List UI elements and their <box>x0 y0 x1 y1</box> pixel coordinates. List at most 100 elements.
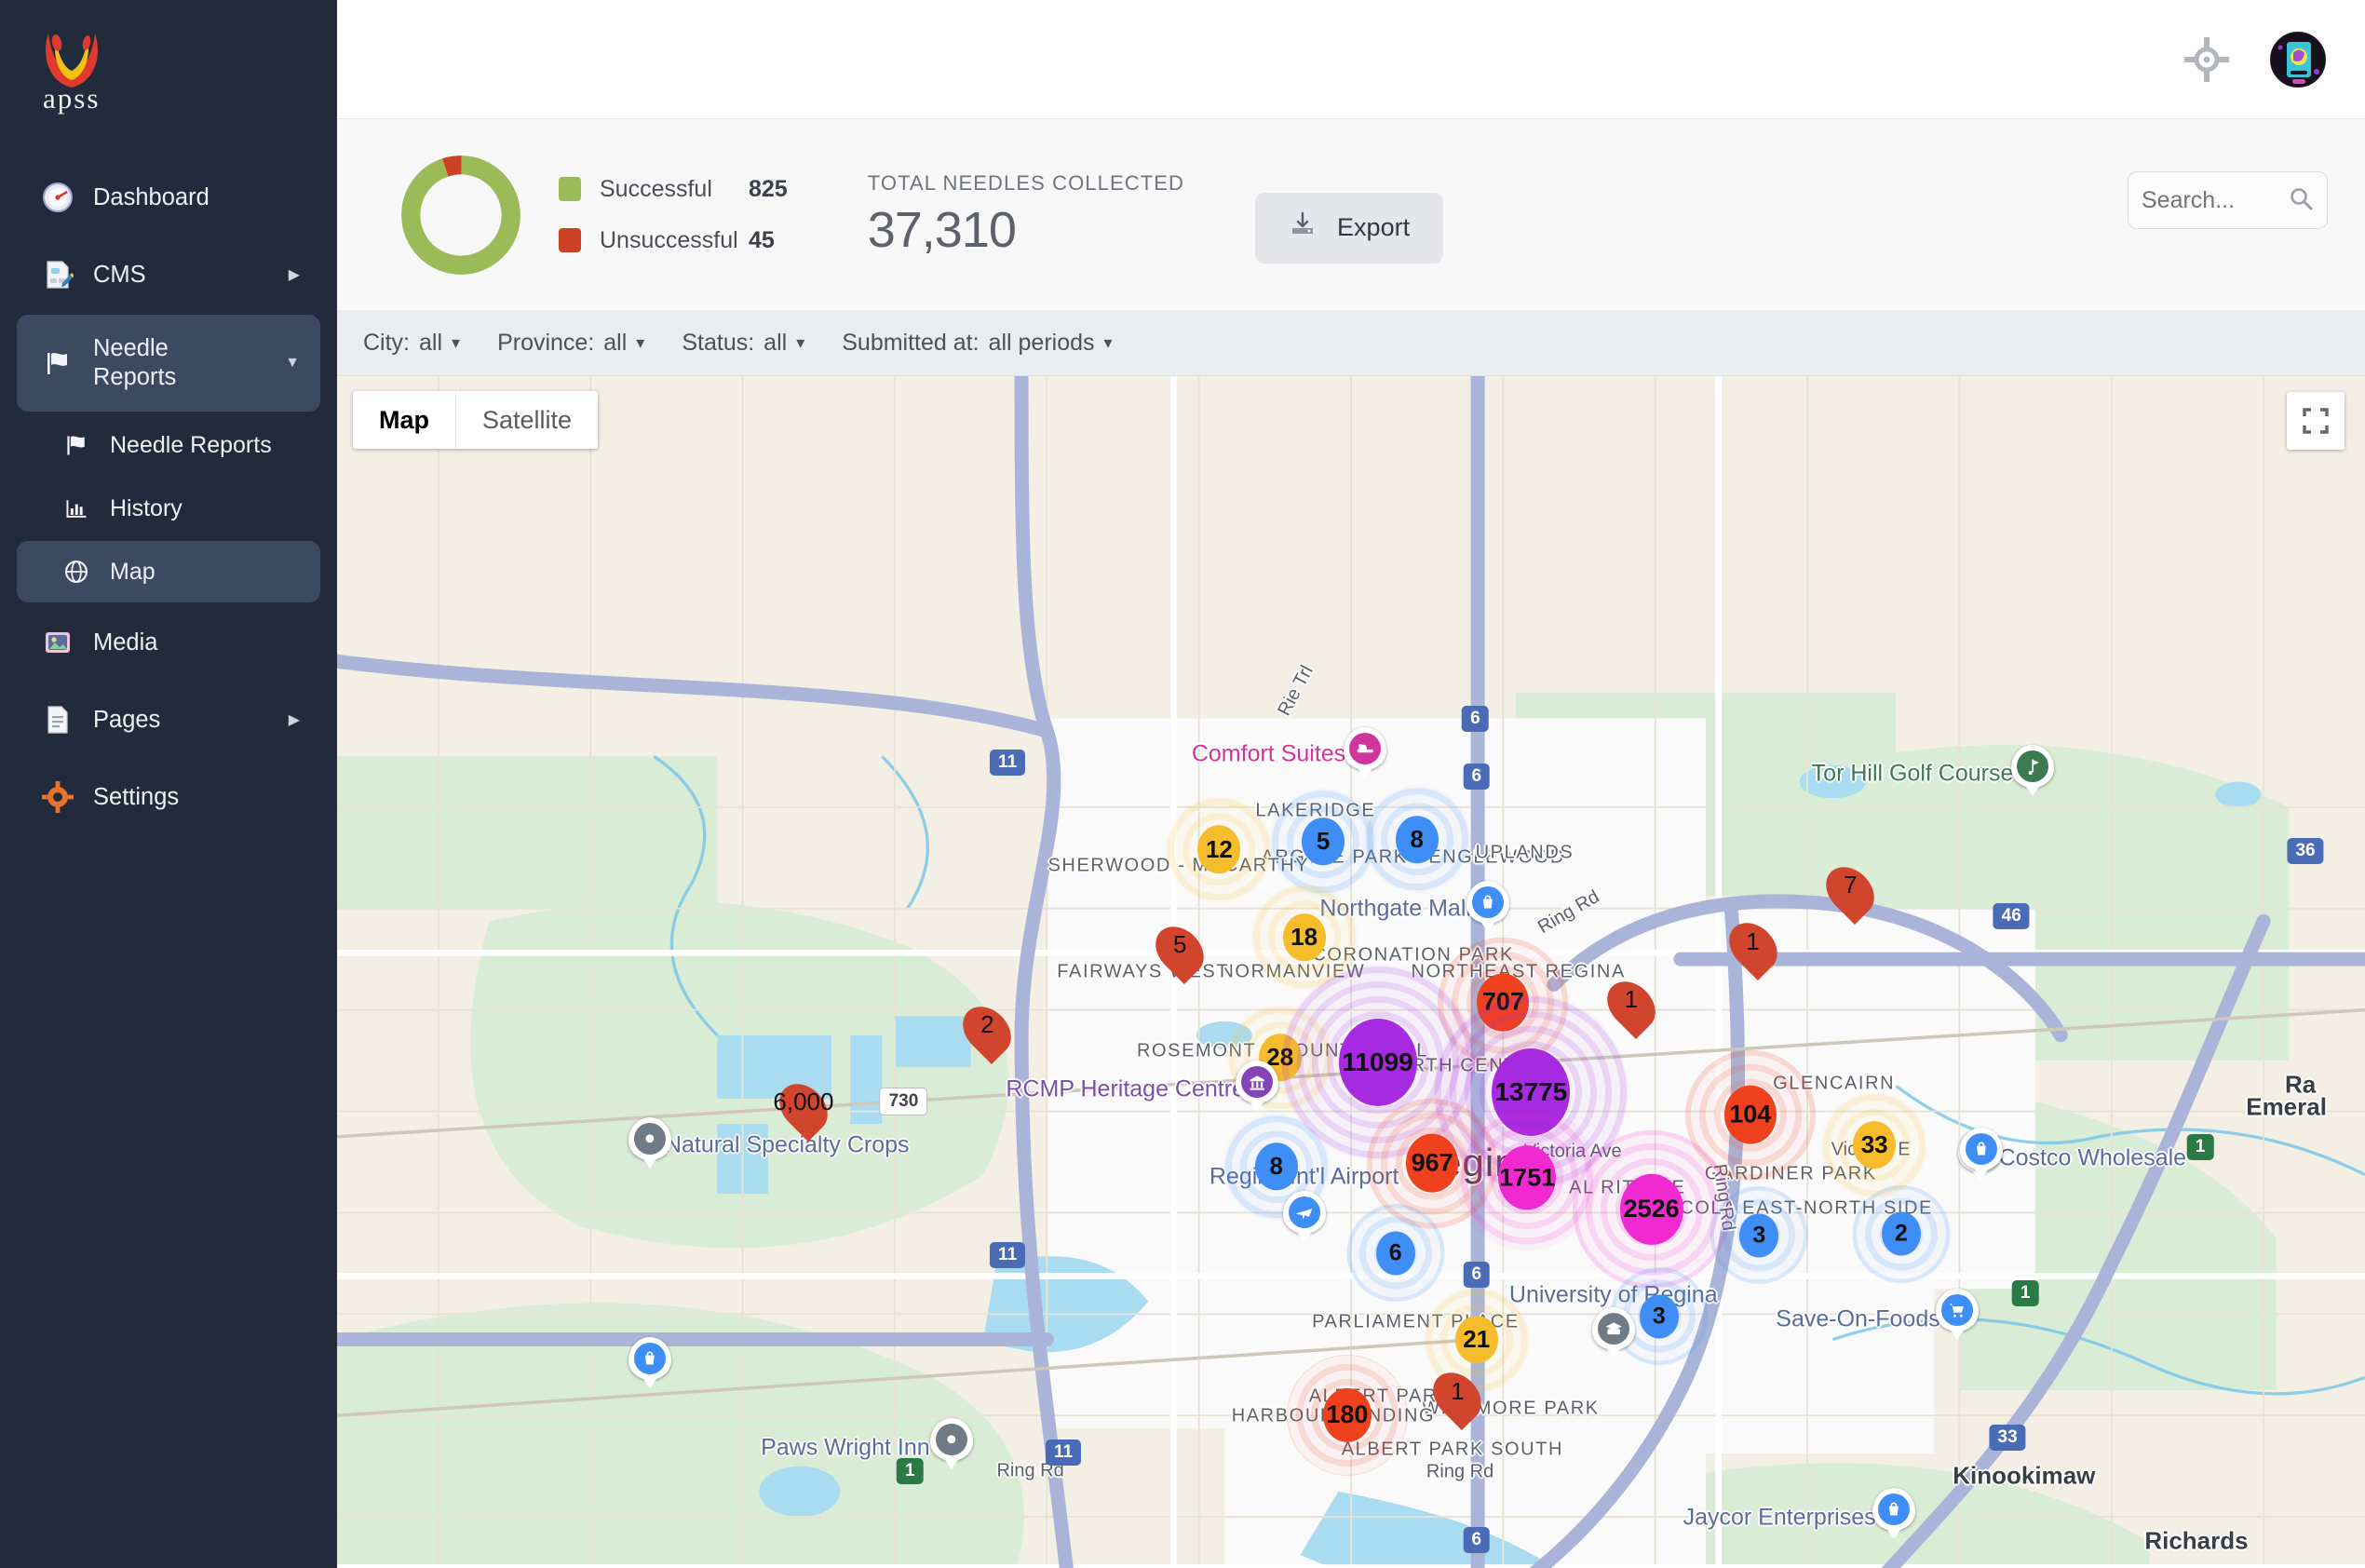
apss-logo-icon <box>35 24 108 97</box>
map-cluster-count: 11099 <box>1342 1047 1413 1076</box>
map-pin-count: 1 <box>1746 926 1760 955</box>
map-cluster-marker[interactable]: 104 <box>1684 1049 1816 1181</box>
map-poi-marker[interactable] <box>2011 744 2055 788</box>
sidebar-subitem-label: Map <box>110 558 155 585</box>
sidebar-item-map[interactable]: Map <box>17 541 320 602</box>
map-cluster-marker[interactable]: 6 <box>1346 1204 1445 1303</box>
document-edit-icon <box>37 259 78 291</box>
map-pin-marker[interactable]: 1 <box>1597 972 1665 1040</box>
map-cluster-count: 104 <box>1729 1100 1772 1129</box>
crosshair-icon[interactable] <box>2183 35 2231 84</box>
map-pin-marker[interactable]: 6,000 <box>769 1075 837 1142</box>
map-pin-marker[interactable]: 1 <box>1719 913 1787 981</box>
avatar[interactable] <box>2270 31 2326 88</box>
filter-province[interactable]: Province: all ▾ <box>497 330 644 357</box>
sidebar-item-needle-reports-sub[interactable]: Needle Reports <box>17 414 320 476</box>
sidebar-item-label: Dashboard <box>93 183 209 210</box>
search-input[interactable] <box>2142 186 2288 214</box>
map-cluster-marker[interactable]: 11099 <box>1279 964 1476 1160</box>
map-poi-marker[interactable] <box>1591 1306 1635 1350</box>
main-area: Successful 825 Unsuccessful 45 TOTAL NEE… <box>337 0 2365 1568</box>
sidebar-item-needle-reports[interactable]: Needle Reports ▼ <box>17 315 320 412</box>
map-poi-marker[interactable] <box>1343 726 1386 770</box>
map-cluster-marker[interactable]: 1751 <box>1454 1105 1600 1250</box>
map-cluster-marker[interactable]: 2 <box>1852 1184 1951 1283</box>
legend-label: Unsuccessful <box>600 226 738 253</box>
gear-icon <box>37 781 78 813</box>
search-icon[interactable] <box>2288 185 2314 216</box>
gauge-icon <box>37 182 78 213</box>
sidebar: apss Dashboard CMS ▶ Needle Reports ▼ Ne… <box>0 0 337 1568</box>
filter-status[interactable]: Status: all ▾ <box>682 330 804 357</box>
map-cluster-marker[interactable]: 967 <box>1367 1098 1498 1229</box>
sidebar-item-settings[interactable]: Settings <box>17 760 320 834</box>
map-cluster-marker[interactable]: 3 <box>1610 1267 1709 1365</box>
map-pin-marker[interactable]: 7 <box>1817 857 1885 926</box>
chevron-right-icon: ▶ <box>288 712 300 728</box>
map-highway-shield: 46 <box>1993 902 2030 929</box>
map-poi-marker[interactable] <box>1935 1289 1979 1332</box>
map-cluster-marker[interactable]: 2526 <box>1572 1129 1731 1289</box>
filter-bar: City: all ▾ Province: all ▾ Status: all … <box>337 311 2365 376</box>
filter-submitted-at[interactable]: Submitted at: all periods ▾ <box>842 330 1112 357</box>
filter-value: all <box>603 330 628 356</box>
stats-bar: Successful 825 Unsuccessful 45 TOTAL NEE… <box>337 119 2365 311</box>
map-poi-marker[interactable] <box>1466 881 1509 925</box>
map-type-switcher: Map Satellite <box>353 391 599 449</box>
map-cluster-count: 2 <box>1894 1220 1908 1247</box>
sidebar-item-label: CMS <box>93 261 146 288</box>
map-cluster-marker[interactable]: 8 <box>1363 785 1471 893</box>
map-cluster-count: 6 <box>1388 1239 1402 1266</box>
map-tab-map[interactable]: Map <box>353 391 456 449</box>
filter-city[interactable]: City: all ▾ <box>363 330 460 357</box>
map-tab-satellite[interactable]: Satellite <box>456 391 598 449</box>
legend-swatch-unsuccessful <box>559 228 581 252</box>
map-poi-marker[interactable] <box>628 1337 672 1381</box>
map-cluster-count: 12 <box>1205 834 1233 863</box>
map-cluster-marker[interactable]: 21 <box>1423 1286 1531 1394</box>
export-button[interactable]: Export <box>1255 192 1444 264</box>
map-highway-shield: 1 <box>896 1458 924 1485</box>
sidebar-item-pages[interactable]: Pages ▶ <box>17 683 320 757</box>
chevron-down-icon: ▾ <box>1103 333 1113 352</box>
map-poi-marker[interactable] <box>1236 1061 1279 1104</box>
map-cluster-marker[interactable]: 5 <box>1269 788 1377 896</box>
map-highway-shield: 6 <box>1463 763 1491 790</box>
map-poi-marker[interactable] <box>930 1418 974 1462</box>
sidebar-item-history[interactable]: History <box>17 478 320 539</box>
legend-row-unsuccessful: Unsuccessful 45 <box>559 215 788 266</box>
filter-label: Status: <box>682 330 755 356</box>
map-cluster-marker[interactable]: 8 <box>1223 1113 1331 1221</box>
map-pin-marker[interactable]: 5 <box>1146 916 1214 985</box>
sidebar-item-label: Needle Reports <box>93 335 177 390</box>
map-pin-marker[interactable]: 1 <box>1424 1363 1492 1431</box>
sidebar-item-cms[interactable]: CMS ▶ <box>17 237 320 312</box>
map-poi-marker[interactable] <box>1872 1488 1915 1532</box>
map-cluster-marker[interactable]: 12 <box>1165 795 1273 903</box>
map-view[interactable]: Map Satellite LAKERIDGEARGYLE PARK - ENG… <box>337 376 2365 1568</box>
map-poi-marker[interactable] <box>1959 1127 2003 1170</box>
map-cluster-marker[interactable]: 18 <box>1250 884 1358 992</box>
flag-icon <box>58 432 95 458</box>
chevron-right-icon: ▶ <box>288 267 300 283</box>
map-poi-marker[interactable] <box>1282 1191 1326 1235</box>
legend-value: 825 <box>749 175 788 202</box>
map-highway-shield: 33 <box>1989 1424 2026 1451</box>
search-box[interactable] <box>2128 171 2328 229</box>
legend-row-successful: Successful 825 <box>559 164 788 215</box>
sidebar-item-dashboard[interactable]: Dashboard <box>17 160 320 235</box>
map-cluster-count: 33 <box>1860 1130 1888 1159</box>
map-poi-marker[interactable] <box>628 1116 672 1160</box>
sidebar-item-media[interactable]: Media <box>17 605 320 680</box>
map-cluster-marker[interactable]: 180 <box>1286 1354 1408 1476</box>
brand-logo[interactable]: apss <box>0 0 337 138</box>
map-highway-shield: 36 <box>2287 837 2324 864</box>
map-cluster-marker[interactable]: 3 <box>1710 1186 1808 1285</box>
map-pin-marker[interactable]: 2 <box>953 996 1021 1064</box>
sidebar-nav: Dashboard CMS ▶ Needle Reports ▼ Needle … <box>0 160 337 834</box>
chevron-down-icon: ▾ <box>796 333 805 352</box>
map-cluster-count: 967 <box>1411 1148 1453 1177</box>
map-pin-count: 6,000 <box>773 1088 834 1116</box>
map-cluster-marker[interactable]: 33 <box>1820 1091 1928 1199</box>
fullscreen-icon[interactable] <box>2287 392 2345 450</box>
